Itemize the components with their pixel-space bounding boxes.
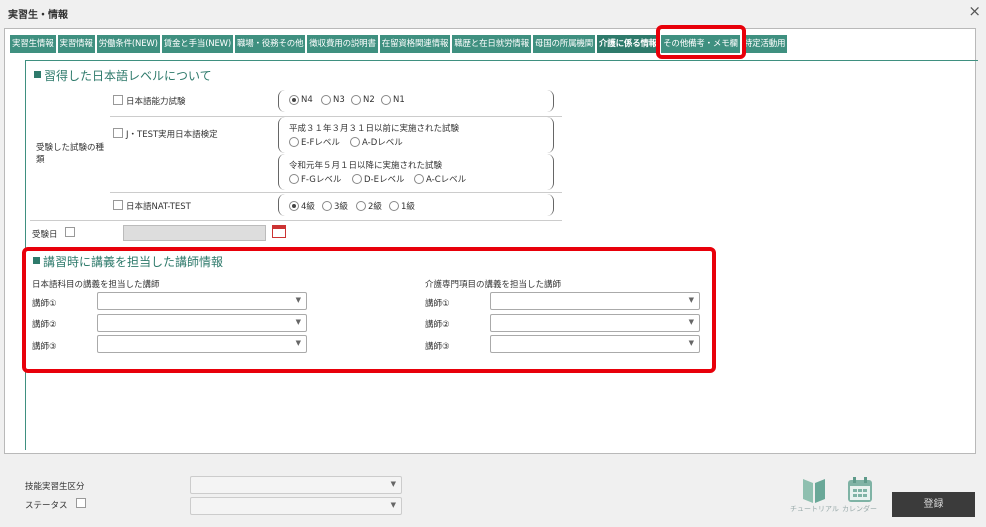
radio-icon [289, 174, 299, 184]
close-icon[interactable]: × [968, 1, 981, 21]
jtest-before-note: 平成３１年３月３１日以前に実施された試験 [289, 124, 460, 134]
status-select[interactable]: ▼ [190, 497, 402, 515]
jlpt-radio-group [278, 90, 554, 112]
jtest-radio-e-f[interactable]: E-Fレベル [289, 136, 340, 148]
care-instructor-3-select[interactable]: ▼ [490, 335, 700, 353]
nat-radio-group [278, 194, 554, 216]
jp-instructor-3-label: 講師③ [32, 342, 57, 352]
chevron-down-icon: ▼ [390, 501, 396, 509]
radio-icon [289, 137, 299, 147]
divider [110, 192, 562, 193]
exam-type-label: 受験した試験の種類 [36, 143, 105, 165]
tab-care-info[interactable]: 介護に係る情報 [597, 35, 660, 53]
jlpt-label: 日本語能力試験 [126, 97, 186, 107]
register-button[interactable]: 登録 [892, 492, 975, 517]
tutorial-label: チュートリアル [790, 505, 839, 513]
jlpt-radio-n3[interactable]: N3 [321, 95, 345, 105]
tab-home-org[interactable]: 母国の所属機関 [532, 35, 595, 53]
jtest-label: J・TEST実用日本語検定 [126, 130, 218, 140]
calendar-icon [847, 477, 872, 502]
skill-category-select[interactable]: ▼ [190, 476, 402, 494]
nat-label: 日本語NAT-TEST [126, 202, 191, 212]
skill-category-label: 技能実習生区分 [25, 482, 85, 492]
care-instructor-1-select[interactable]: ▼ [490, 292, 700, 310]
nat-radio-1[interactable]: 1級 [389, 200, 415, 212]
radio-icon [381, 95, 391, 105]
care-instructor-2-select[interactable]: ▼ [490, 314, 700, 332]
jp-instructor-1-label: 講師① [32, 299, 57, 309]
japanese-instructor-col-title: 日本語科目の講義を担当した講師 [32, 280, 160, 290]
radio-icon [350, 137, 360, 147]
chevron-down-icon: ▼ [688, 339, 694, 347]
chevron-down-icon: ▼ [295, 339, 301, 347]
radio-icon [352, 174, 362, 184]
jtest-radio-a-c[interactable]: A-Cレベル [414, 173, 466, 185]
tab-fees[interactable]: 徴収費用の説明書 [307, 35, 378, 53]
japanese-level-title: 習得した日本語レベルについて [34, 67, 212, 84]
jlpt-radio-n4[interactable]: N4 [289, 95, 313, 105]
radio-selected-icon [289, 95, 299, 105]
radio-icon [414, 174, 424, 184]
exam-date-label: 受験日 [32, 230, 58, 240]
tab-specific-activity[interactable]: 特定活動用 [741, 35, 788, 53]
chevron-down-icon: ▼ [688, 318, 694, 326]
nat-checkbox[interactable] [113, 200, 123, 210]
jlpt-radio-n2[interactable]: N2 [351, 95, 375, 105]
exam-date-checkbox[interactable] [65, 227, 75, 237]
radio-icon [356, 201, 366, 211]
jtest-radio-a-d[interactable]: A-Dレベル [350, 136, 403, 148]
exam-date-input[interactable] [123, 225, 266, 241]
instructor-section-title: 講習時に講義を担当した講師情報 [33, 253, 223, 270]
jtest-radio-f-g[interactable]: F-Gレベル [289, 173, 341, 185]
calendar-icon[interactable] [272, 225, 286, 238]
care-instructor-1-label: 講師① [425, 299, 450, 309]
tab-residence-status[interactable]: 在留資格関連情報 [379, 35, 451, 53]
tab-labor-conditions[interactable]: 労働条件(NEW) [96, 35, 160, 53]
care-instructor-col-title: 介護専門項目の講義を担当した講師 [425, 280, 562, 290]
calendar-button[interactable]: カレンダー [842, 476, 877, 514]
tab-workplace[interactable]: 職場・役務その他 [234, 35, 306, 53]
nat-radio-4[interactable]: 4級 [289, 200, 315, 212]
nat-radio-3[interactable]: 3級 [322, 200, 348, 212]
care-instructor-2-label: 講師② [425, 320, 450, 330]
title-bar: 実習生・情報 × [0, 0, 986, 24]
book-icon [803, 479, 826, 503]
jp-instructor-3-select[interactable]: ▼ [97, 335, 307, 353]
tab-work-history[interactable]: 職歴と在日就労情報 [452, 35, 531, 53]
radio-icon [321, 95, 331, 105]
nat-radio-2[interactable]: 2級 [356, 200, 382, 212]
active-tab-highlight [656, 25, 746, 59]
chevron-down-icon: ▼ [295, 296, 301, 304]
chevron-down-icon: ▼ [390, 480, 396, 488]
jlpt-radio-n1[interactable]: N1 [381, 95, 405, 105]
window-title: 実習生・情報 [8, 10, 68, 21]
tab-training-info[interactable]: 実習情報 [57, 35, 95, 53]
square-icon [33, 257, 40, 264]
jp-instructor-2-select[interactable]: ▼ [97, 314, 307, 332]
care-instructor-3-label: 講師③ [425, 342, 450, 352]
divider [30, 220, 562, 221]
radio-icon [322, 201, 332, 211]
radio-icon [389, 201, 399, 211]
tab-trainee-info[interactable]: 実習生情報 [10, 35, 56, 53]
tab-wages[interactable]: 賃金と手当(NEW) [161, 35, 233, 53]
calendar-label: カレンダー [842, 505, 877, 513]
jtest-radio-d-e[interactable]: D-Eレベル [352, 173, 404, 185]
status-label: ステータス [25, 501, 68, 511]
jtest-after-note: 令和元年５月１日以降に実施された試験 [289, 161, 443, 171]
chevron-down-icon: ▼ [688, 296, 694, 304]
jlpt-checkbox[interactable] [113, 95, 123, 105]
chevron-down-icon: ▼ [295, 318, 301, 326]
jp-instructor-1-select[interactable]: ▼ [97, 292, 307, 310]
status-checkbox[interactable] [76, 498, 86, 508]
radio-icon [351, 95, 361, 105]
square-icon [34, 71, 41, 78]
jp-instructor-2-label: 講師② [32, 320, 57, 330]
radio-selected-icon [289, 201, 299, 211]
tutorial-button[interactable]: チュートリアル [790, 476, 839, 514]
jtest-checkbox[interactable] [113, 128, 123, 138]
